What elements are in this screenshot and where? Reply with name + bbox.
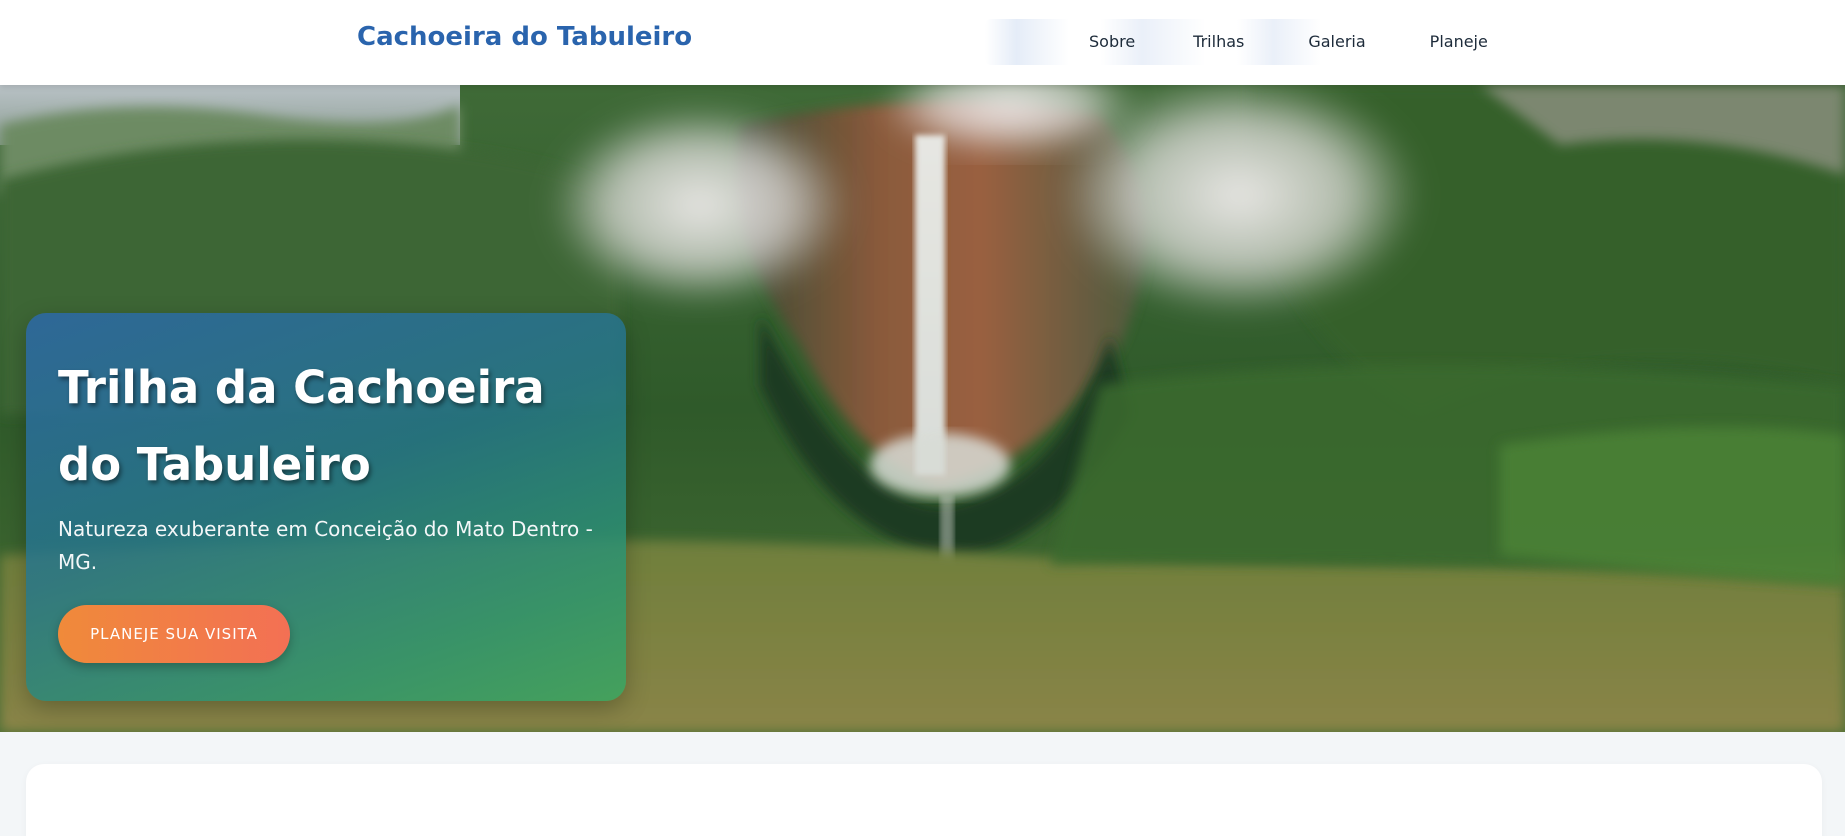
nav-link-planeje[interactable]: Planeje: [1398, 19, 1510, 65]
nav-link-trilhas[interactable]: Trilhas: [1157, 19, 1278, 65]
site-header: Cachoeira do Tabuleiro Sobre Trilhas Gal…: [0, 0, 1845, 85]
hero-title: Trilha da Cachoeira do Tabuleiro: [58, 361, 545, 491]
hero-section: Trilha da Cachoeira do Tabuleiro Naturez…: [0, 85, 1845, 732]
hero-card: Trilha da Cachoeira do Tabuleiro Naturez…: [26, 313, 626, 701]
nav-link-sobre[interactable]: Sobre: [985, 19, 1157, 65]
main-nav: Sobre Trilhas Galeria Planeje: [985, 19, 1510, 65]
hero-subtitle: Natureza exuberante em Conceição do Mato…: [58, 517, 593, 574]
plan-visit-button[interactable]: PLANEJE SUA VISITA: [58, 605, 290, 663]
brand-logo-text[interactable]: Cachoeira do Tabuleiro: [357, 22, 692, 52]
nav-link-galeria[interactable]: Galeria: [1278, 19, 1397, 65]
content-card: [26, 764, 1822, 836]
